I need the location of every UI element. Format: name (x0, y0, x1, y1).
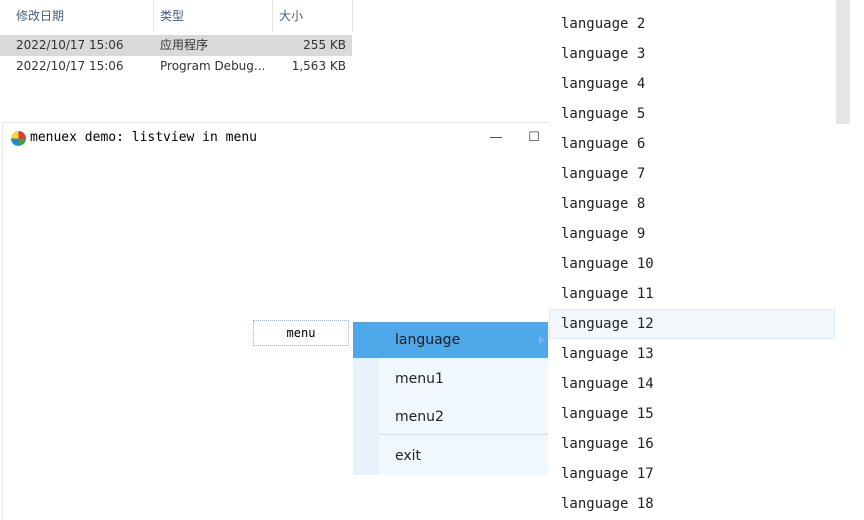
language-item[interactable]: language 10 (549, 249, 835, 279)
file-size: 1,563 KB (291, 59, 346, 73)
menu-item-label: menu1 (395, 371, 444, 387)
file-date: 2022/10/17 15:06 (16, 59, 124, 73)
file-size: 255 KB (303, 38, 346, 52)
scrollbar-thumb[interactable] (836, 0, 850, 124)
popup-menu: language menu1 menu2 exit (353, 322, 548, 475)
language-item[interactable]: language 17 (549, 459, 835, 489)
file-type: 应用程序 (160, 38, 209, 52)
language-item[interactable]: language 5 (549, 99, 835, 129)
minimize-button[interactable]: — (482, 127, 510, 149)
language-item[interactable]: language 15 (549, 399, 835, 429)
file-row[interactable]: 2022/10/17 15:06 应用程序 255 KB (0, 35, 352, 56)
language-listview: language 2 language 3 language 4 languag… (549, 0, 835, 519)
menu-item-language[interactable]: language (353, 322, 548, 358)
column-size[interactable]: 大小 (273, 0, 353, 32)
language-item[interactable]: language 2 (549, 9, 835, 39)
menu-item-label: language (395, 332, 461, 348)
column-date-modified[interactable]: 修改日期 (10, 0, 154, 32)
column-header: 修改日期 类型 大小 (0, 0, 356, 32)
submenu-arrow-icon (539, 336, 544, 344)
file-type: Program Debug... (160, 59, 266, 73)
menu-button[interactable]: menu (253, 320, 349, 346)
language-item[interactable]: language 16 (549, 429, 835, 459)
title-bar[interactable]: menuex demo: listview in menu — ☐ ✕ (3, 123, 595, 153)
language-item[interactable]: language 8 (549, 189, 835, 219)
menu-item-menu1[interactable]: menu1 (353, 360, 548, 398)
file-date: 2022/10/17 15:06 (16, 38, 124, 52)
file-row[interactable]: 2022/10/17 15:06 Program Debug... 1,563 … (0, 56, 352, 77)
language-item[interactable]: language 3 (549, 39, 835, 69)
language-item[interactable]: language 7 (549, 159, 835, 189)
language-item[interactable]: language 9 (549, 219, 835, 249)
menu-item-exit[interactable]: exit (353, 438, 548, 475)
maximize-button[interactable]: ☐ (520, 127, 548, 149)
app-icon (11, 131, 26, 146)
menu-item-label: menu2 (395, 409, 444, 425)
menu-separator (379, 434, 548, 435)
language-item[interactable]: language 14 (549, 369, 835, 399)
language-item[interactable]: language 6 (549, 129, 835, 159)
language-item-hovered[interactable]: language 12 (549, 309, 835, 339)
language-item[interactable]: language 11 (549, 279, 835, 309)
language-item[interactable]: language 13 (549, 339, 835, 369)
language-item[interactable]: language 18 (549, 489, 835, 519)
window-title: menuex demo: listview in menu (30, 130, 257, 145)
language-item[interactable]: language 4 (549, 69, 835, 99)
scrollbar[interactable] (835, 0, 851, 519)
column-type[interactable]: 类型 (154, 0, 273, 32)
menu-item-label: exit (395, 448, 422, 464)
file-explorer-list: 修改日期 类型 大小 2022/10/17 15:06 应用程序 255 KB … (0, 0, 356, 82)
menu-item-menu2[interactable]: menu2 (353, 398, 548, 436)
